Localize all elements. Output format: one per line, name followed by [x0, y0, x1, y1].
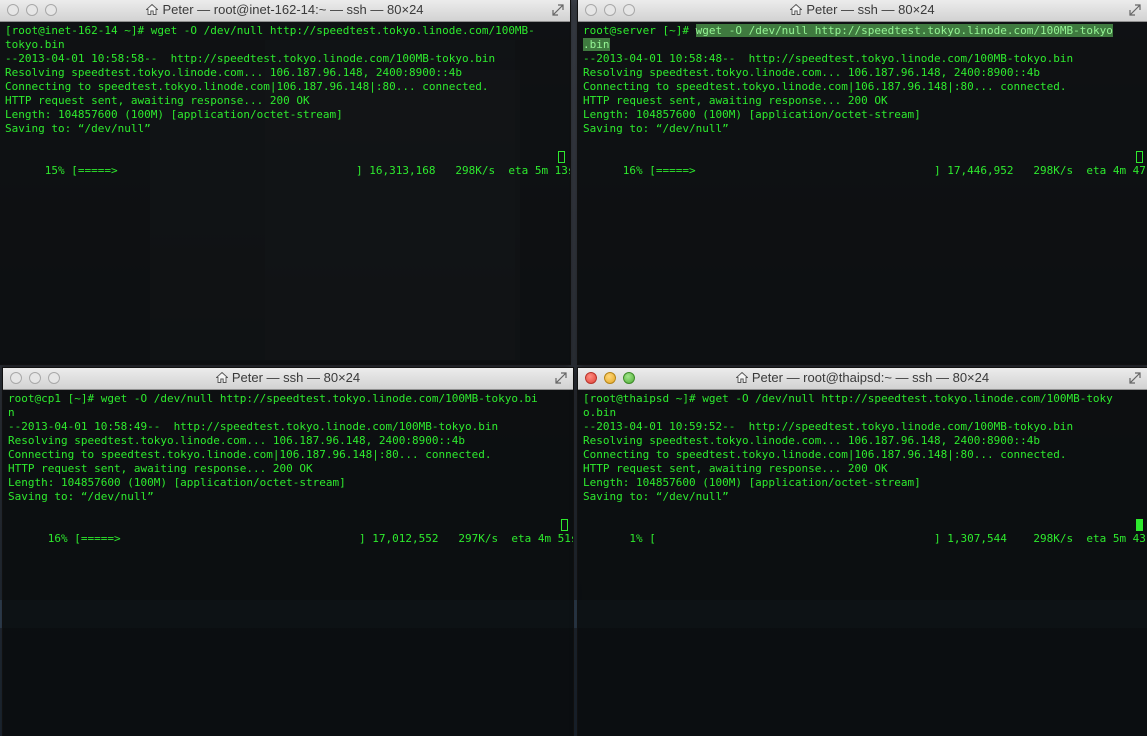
- terminal-window-2[interactable]: Peter — ssh — 80×24 root@server [~]# wge…: [578, 0, 1147, 364]
- progress-text: 15% [=====> ] 16,313,168 298K/s eta 5m 1…: [44, 164, 570, 177]
- terminal-window-1[interactable]: Peter — root@inet-162-14:~ — ssh — 80×24…: [0, 0, 570, 364]
- terminal-line: n: [8, 406, 15, 419]
- window-title-wrap: Peter — root@thaipsd:~ — ssh — 80×24: [578, 370, 1147, 385]
- window-title-wrap: Peter — root@inet-162-14:~ — ssh — 80×24: [0, 2, 570, 17]
- terminal-line: --2013-04-01 10:59:52-- http://speedtest…: [583, 420, 1074, 433]
- window-title: Peter — ssh — 80×24: [806, 2, 935, 17]
- progress-text: 16% [=====> ] 17,446,952 298K/s eta 4m 4…: [622, 164, 1147, 177]
- terminal-line: --2013-04-01 10:58:49-- http://speedtest…: [8, 420, 499, 433]
- home-folder-icon: [215, 372, 228, 383]
- window-titlebar[interactable]: Peter — root@thaipsd:~ — ssh — 80×24: [578, 368, 1147, 390]
- progress-text: 1% [ ] 1,307,544 298K/s eta 5m 43s: [622, 532, 1147, 545]
- window-title-wrap: Peter — ssh — 80×24: [578, 2, 1147, 17]
- resize-arrows-icon[interactable]: [1129, 4, 1141, 16]
- progress-text: 16% [=====> ] 17,012,552 297K/s eta 4m 5…: [47, 532, 573, 545]
- terminal-window-3[interactable]: Peter — ssh — 80×24 root@cp1 [~]# wget -…: [3, 368, 573, 736]
- selected-command-wrap: .bin: [583, 38, 610, 51]
- block-cursor: [561, 519, 568, 531]
- terminal-line: HTTP request sent, awaiting response... …: [583, 94, 888, 107]
- terminal-line: --2013-04-01 10:58:58-- http://speedtest…: [5, 52, 496, 65]
- window-title: Peter — root@thaipsd:~ — ssh — 80×24: [751, 370, 990, 385]
- window-titlebar[interactable]: Peter — root@inet-162-14:~ — ssh — 80×24: [0, 0, 570, 22]
- terminal-line: [root@thaipsd ~]# wget -O /dev/null http…: [583, 392, 1113, 405]
- resize-arrows-icon[interactable]: [1129, 372, 1141, 384]
- terminal-output[interactable]: root@server [~]# wget -O /dev/null http:…: [578, 22, 1147, 364]
- terminal-line: Length: 104857600 (100M) [application/oc…: [583, 108, 921, 121]
- terminal-line: root@server [~]# wget -O /dev/null http:…: [583, 24, 1147, 38]
- selected-command: wget -O /dev/null http://speedtest.tokyo…: [695, 24, 1113, 37]
- terminal-line: HTTP request sent, awaiting response... …: [8, 462, 313, 475]
- terminal-line: Resolving speedtest.tokyo.linode.com... …: [583, 434, 1040, 447]
- terminal-line: Connecting to speedtest.tokyo.linode.com…: [8, 448, 492, 461]
- prompt-text: root@server [~]#: [583, 24, 696, 37]
- progress-line: 15% [=====> ] 16,313,168 298K/s eta 5m 1…: [5, 150, 570, 177]
- terminal-line: HTTP request sent, awaiting response... …: [583, 462, 888, 475]
- window-title-wrap: Peter — ssh — 80×24: [3, 370, 573, 385]
- block-cursor: [1136, 519, 1143, 531]
- terminal-line: Resolving speedtest.tokyo.linode.com... …: [8, 434, 465, 447]
- terminal-line: Resolving speedtest.tokyo.linode.com... …: [583, 66, 1040, 79]
- terminal-line: Resolving speedtest.tokyo.linode.com... …: [5, 66, 462, 79]
- block-cursor: [558, 151, 565, 163]
- terminal-line: [root@inet-162-14 ~]# wget -O /dev/null …: [5, 24, 535, 37]
- home-folder-icon: [146, 4, 159, 15]
- terminal-line: tokyo.bin: [5, 38, 65, 51]
- terminal-line: Saving to: “/dev/null”: [8, 490, 154, 503]
- progress-line: 16% [=====> ] 17,446,952 298K/s eta 4m 4…: [583, 150, 1147, 177]
- window-title: Peter — ssh — 80×24: [231, 370, 361, 385]
- terminal-line: Length: 104857600 (100M) [application/oc…: [5, 108, 343, 121]
- terminal-line: root@cp1 [~]# wget -O /dev/null http://s…: [8, 392, 538, 405]
- terminal-line: Length: 104857600 (100M) [application/oc…: [583, 476, 921, 489]
- window-title: Peter — root@inet-162-14:~ — ssh — 80×24: [162, 2, 424, 17]
- terminal-line: Connecting to speedtest.tokyo.linode.com…: [583, 80, 1067, 93]
- block-cursor: [1136, 151, 1143, 163]
- resize-arrows-icon[interactable]: [555, 372, 567, 384]
- home-folder-icon: [735, 372, 748, 383]
- terminal-line: .bin: [583, 38, 1147, 52]
- terminal-output[interactable]: [root@inet-162-14 ~]# wget -O /dev/null …: [0, 22, 570, 364]
- terminal-line: Connecting to speedtest.tokyo.linode.com…: [5, 80, 489, 93]
- terminal-line: HTTP request sent, awaiting response... …: [5, 94, 310, 107]
- progress-line: 1% [ ] 1,307,544 298K/s eta 5m 43s: [583, 518, 1147, 545]
- terminal-output[interactable]: root@cp1 [~]# wget -O /dev/null http://s…: [3, 390, 573, 736]
- window-titlebar[interactable]: Peter — ssh — 80×24: [578, 0, 1147, 22]
- progress-line: 16% [=====> ] 17,012,552 297K/s eta 4m 5…: [8, 518, 573, 545]
- terminal-line: --2013-04-01 10:58:48-- http://speedtest…: [583, 52, 1074, 65]
- terminal-output[interactable]: [root@thaipsd ~]# wget -O /dev/null http…: [578, 390, 1147, 736]
- window-titlebar[interactable]: Peter — ssh — 80×24: [3, 368, 573, 390]
- terminal-line: Length: 104857600 (100M) [application/oc…: [8, 476, 346, 489]
- terminal-line: o.bin: [583, 406, 617, 419]
- resize-arrows-icon[interactable]: [552, 4, 564, 16]
- home-folder-icon: [790, 4, 803, 15]
- terminal-line: Connecting to speedtest.tokyo.linode.com…: [583, 448, 1067, 461]
- terminal-line: Saving to: “/dev/null”: [5, 122, 151, 135]
- terminal-window-4[interactable]: Peter — root@thaipsd:~ — ssh — 80×24 [ro…: [578, 368, 1147, 736]
- terminal-line: Saving to: “/dev/null”: [583, 490, 729, 503]
- terminal-line: Saving to: “/dev/null”: [583, 122, 729, 135]
